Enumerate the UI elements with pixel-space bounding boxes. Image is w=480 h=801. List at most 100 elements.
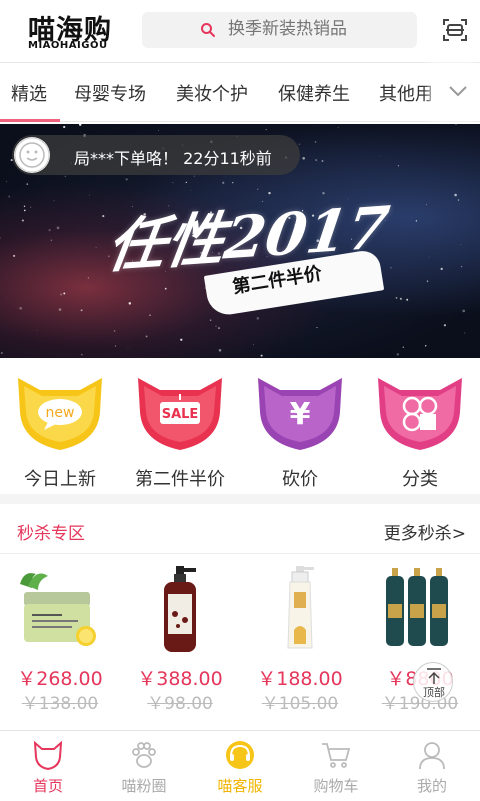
star bbox=[406, 298, 409, 301]
star bbox=[321, 160, 324, 162]
star bbox=[128, 302, 132, 305]
product-original-price: ￥138.00 bbox=[21, 694, 99, 714]
nav-fans-circle[interactable]: 喵粉圈 bbox=[96, 731, 192, 801]
star bbox=[13, 254, 16, 257]
back-to-top-button[interactable]: 顶部 bbox=[413, 662, 453, 702]
star bbox=[298, 143, 301, 145]
flash-sale-title: 秒杀专区 bbox=[17, 524, 85, 544]
category-new-today[interactable]: new 今日上新 bbox=[0, 370, 120, 490]
star bbox=[149, 314, 151, 317]
more-flash-sale-link[interactable]: 更多秒杀> bbox=[384, 519, 466, 544]
star bbox=[95, 246, 97, 249]
logo[interactable]: 喵海购 MIAOHAIGOU bbox=[22, 8, 122, 54]
star bbox=[379, 155, 380, 157]
header: 喵海购 MIAOHAIGOU bbox=[0, 0, 480, 62]
product-price: ￥188.00 bbox=[257, 668, 343, 690]
nav-label: 首页 bbox=[32, 777, 63, 795]
service-icon bbox=[226, 741, 254, 769]
profile-icon bbox=[419, 742, 445, 770]
cat-home-icon bbox=[33, 740, 63, 771]
star bbox=[426, 280, 429, 282]
promo-banner[interactable]: 局***下单咯！ 22分11秒前 任性2017 第二件半价 bbox=[0, 124, 480, 358]
star bbox=[50, 239, 53, 241]
smiley-avatar-icon bbox=[14, 137, 50, 173]
star bbox=[464, 332, 466, 334]
category-label: 砍价 bbox=[282, 469, 318, 490]
star bbox=[190, 190, 192, 191]
product-card[interactable]: ￥8800 ￥190.00 bbox=[360, 556, 480, 726]
star bbox=[460, 265, 463, 268]
nav-home[interactable]: 首页 bbox=[0, 731, 96, 801]
star bbox=[215, 325, 217, 327]
star bbox=[395, 297, 398, 299]
star bbox=[6, 180, 7, 182]
star bbox=[145, 335, 148, 338]
star bbox=[316, 326, 318, 329]
nav-label: 购物车 bbox=[313, 777, 359, 795]
nav-customer-service[interactable]: 喵客服 bbox=[192, 731, 288, 801]
star bbox=[265, 128, 267, 131]
star bbox=[180, 338, 183, 341]
product-original-price: ￥98.00 bbox=[147, 694, 213, 714]
star bbox=[19, 306, 23, 310]
category-second-half-price[interactable]: SALE 第二件半价 bbox=[120, 370, 240, 490]
tab-mother-baby[interactable]: 母婴专场 bbox=[74, 80, 146, 106]
star bbox=[256, 317, 260, 320]
star bbox=[260, 354, 263, 357]
flash-sale-products: ￥268.00 ￥138.00 ￥388.00 ￥98.00 ￥188.00 ￥… bbox=[0, 556, 480, 726]
quick-categories: new 今日上新 SALE 第二件半价 ¥ 砍价 分类 bbox=[0, 360, 480, 490]
star bbox=[36, 329, 38, 331]
star bbox=[222, 181, 225, 184]
category-label: 第二件半价 bbox=[135, 469, 225, 490]
product-image-lotion-bottle bbox=[287, 566, 314, 649]
star bbox=[457, 199, 460, 201]
nav-profile[interactable]: 我的 bbox=[384, 731, 480, 801]
star bbox=[164, 287, 167, 290]
search-input[interactable] bbox=[228, 19, 408, 39]
active-tab-indicator bbox=[0, 119, 60, 122]
star bbox=[185, 181, 187, 184]
chevron-down-icon bbox=[449, 86, 467, 97]
star bbox=[218, 349, 222, 352]
nav-label: 喵粉圈 bbox=[121, 777, 167, 795]
nav-cart[interactable]: 购物车 bbox=[288, 731, 384, 801]
star bbox=[390, 266, 392, 269]
scan-icon[interactable] bbox=[442, 17, 468, 43]
bottom-nav: 首页 喵粉圈 喵客服 购物车 我的 bbox=[0, 730, 480, 800]
section-divider bbox=[0, 494, 480, 504]
star bbox=[78, 124, 82, 126]
star bbox=[59, 293, 63, 296]
star bbox=[0, 237, 1, 239]
product-card[interactable]: ￥388.00 ￥98.00 bbox=[120, 556, 240, 726]
logo-en: MIAOHAIGOU bbox=[28, 40, 108, 51]
star bbox=[302, 157, 306, 160]
search-bar[interactable] bbox=[142, 12, 417, 48]
category-label: 分类 bbox=[402, 469, 438, 490]
product-card[interactable]: ￥268.00 ￥138.00 bbox=[0, 556, 120, 726]
star bbox=[397, 165, 400, 167]
product-original-price: ￥105.00 bbox=[261, 694, 339, 714]
clover-cat-icon bbox=[378, 378, 462, 450]
product-card[interactable]: ￥188.00 ￥105.00 bbox=[240, 556, 360, 726]
star bbox=[140, 357, 142, 358]
tab-other[interactable]: 其他用 bbox=[379, 80, 433, 106]
star bbox=[209, 319, 212, 321]
star bbox=[0, 352, 3, 354]
category-bargain[interactable]: ¥ 砍价 bbox=[240, 370, 360, 490]
tab-beauty[interactable]: 美妆个护 bbox=[176, 80, 248, 106]
star bbox=[80, 309, 83, 312]
star bbox=[80, 132, 82, 134]
star bbox=[454, 193, 457, 197]
category-classify[interactable]: 分类 bbox=[360, 370, 480, 490]
star bbox=[425, 204, 427, 206]
star bbox=[125, 178, 128, 181]
paw-icon bbox=[132, 742, 156, 768]
tab-featured[interactable]: 精选 bbox=[11, 80, 47, 106]
star bbox=[440, 267, 443, 271]
star bbox=[89, 194, 90, 196]
star bbox=[462, 309, 466, 313]
star bbox=[64, 175, 67, 178]
tab-health[interactable]: 保健养生 bbox=[278, 80, 350, 106]
star bbox=[443, 324, 447, 327]
tabs-more-button[interactable] bbox=[436, 63, 480, 121]
